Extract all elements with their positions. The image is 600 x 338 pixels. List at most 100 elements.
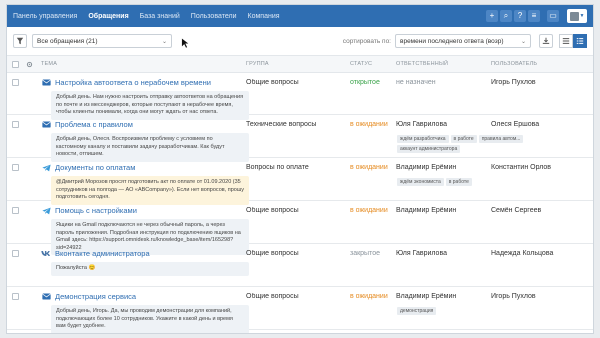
filter-icon bbox=[16, 37, 24, 45]
ticket-responsible[interactable]: Владимир Ерёмин bbox=[396, 164, 491, 171]
search-icon[interactable]: ⌕ bbox=[500, 10, 512, 22]
telegram-channel-icon bbox=[41, 163, 51, 173]
email-channel-icon bbox=[41, 120, 51, 130]
ticket-group: Общие вопросы bbox=[246, 293, 299, 300]
tag-label[interactable]: ждём экономиста bbox=[397, 178, 444, 186]
nav-tickets[interactable]: Обращения bbox=[88, 13, 128, 20]
status-badge: закрытое bbox=[350, 250, 381, 257]
toolbar: Все обращения (21) ⌄ сортировать по: вре… bbox=[7, 27, 593, 56]
nav-users[interactable]: Пользователи bbox=[191, 13, 237, 20]
tag-label[interactable]: правила автом... bbox=[478, 135, 524, 143]
select-all-checkbox[interactable] bbox=[11, 60, 19, 68]
tag-label[interactable]: в работе bbox=[450, 135, 477, 143]
ticket-user[interactable]: Игорь Пухлов bbox=[491, 79, 593, 86]
download-icon bbox=[542, 37, 550, 44]
mouse-cursor-icon bbox=[181, 37, 190, 49]
top-navigation: Панель управления Обращения База знаний … bbox=[7, 5, 593, 27]
ticket-user[interactable]: Надежда Кольцова bbox=[491, 250, 593, 257]
table-row[interactable]: Помощь с настройками Общие вопросы в ожида… bbox=[7, 201, 593, 255]
vk-channel-icon bbox=[41, 249, 51, 259]
status-badge: в ожидании bbox=[350, 164, 388, 171]
column-header-responsible[interactable]: ОТВЕТСТВЕННЫЙ bbox=[396, 61, 491, 67]
filter-button[interactable] bbox=[13, 34, 27, 48]
row-checkbox[interactable] bbox=[11, 207, 19, 214]
user-menu[interactable]: ▼ bbox=[567, 9, 587, 23]
ticket-group: Вопросы по оплате bbox=[246, 164, 309, 171]
chevron-down-icon: ▼ bbox=[579, 13, 585, 19]
inbox-icon[interactable]: ▭ bbox=[547, 10, 559, 22]
email-channel-icon bbox=[41, 292, 51, 302]
tag-label[interactable]: ждём разработчика bbox=[397, 135, 449, 143]
chevron-down-icon: ⌄ bbox=[161, 38, 167, 45]
detail-list-icon bbox=[576, 38, 584, 44]
message-preview: Добрый день, Игорь. Да, мы проводим демо… bbox=[51, 305, 249, 333]
app-window: Панель управления Обращения База знаний … bbox=[6, 4, 594, 334]
ticket-responsible[interactable]: Владимир Ерёмин bbox=[396, 207, 491, 214]
ticket-tags: ждём экономиста в работе bbox=[397, 178, 587, 188]
status-badge: в ожидании bbox=[350, 207, 388, 214]
ticket-subject-link[interactable]: Настройка автоответа о нерабочем времени bbox=[55, 78, 211, 87]
table-row[interactable]: Вконтакте администратора Общие вопросы зак… bbox=[7, 244, 593, 287]
ticket-group: Общие вопросы bbox=[246, 250, 299, 257]
ticket-filter-value: Все обращения (21) bbox=[37, 37, 98, 45]
ticket-user[interactable]: Константин Орлов bbox=[491, 164, 593, 171]
status-badge: в ожидании bbox=[350, 121, 388, 128]
status-badge: открытое bbox=[350, 79, 380, 86]
sort-value: времени последнего ответа (возр) bbox=[400, 37, 504, 45]
table-header: ТЕМА ГРУППА СТАТУС ОТВЕТСТВЕННЫЙ ПОЛЬЗОВ… bbox=[7, 56, 593, 73]
ticket-responsible[interactable]: Владимир Ерёмин bbox=[396, 293, 491, 300]
ticket-list: Настройка автоответа о нерабочем времени… bbox=[7, 73, 593, 333]
column-header-user[interactable]: ПОЛЬЗОВАТЕЛЬ bbox=[491, 61, 593, 67]
list-icon bbox=[562, 38, 570, 44]
menu-icon[interactable]: ≡ bbox=[528, 10, 540, 22]
add-icon[interactable]: + bbox=[486, 10, 498, 22]
ticket-user[interactable]: Семён Сергеев bbox=[491, 207, 593, 214]
ticket-subject-link[interactable]: Помощь с настройками bbox=[55, 206, 137, 215]
gear-icon[interactable] bbox=[26, 61, 33, 68]
ticket-subject-link[interactable]: Демонстрация сервиса bbox=[55, 292, 136, 301]
ticket-group: Общие вопросы bbox=[246, 79, 299, 86]
message-preview: Пожалуйста 😊 bbox=[51, 262, 249, 276]
row-checkbox[interactable] bbox=[11, 293, 19, 300]
telegram-channel-icon bbox=[41, 206, 51, 216]
compact-view-button[interactable] bbox=[559, 34, 573, 48]
detailed-view-button[interactable] bbox=[573, 34, 587, 48]
ticket-subject-link[interactable]: Проблема с правилом bbox=[55, 120, 133, 129]
table-row[interactable]: Документы по оплатам Вопросы по оплате в о… bbox=[7, 158, 593, 205]
email-channel-icon bbox=[41, 78, 51, 88]
ticket-filter-select[interactable]: Все обращения (21) ⌄ bbox=[32, 34, 172, 48]
tag-label[interactable]: аккаунт администратора bbox=[397, 145, 461, 153]
table-row[interactable]: Настройка автоответа о нерабочем времени… bbox=[7, 73, 593, 120]
ticket-subject-link[interactable]: Вконтакте администратора bbox=[55, 249, 150, 258]
ticket-responsible[interactable]: не назначен bbox=[396, 79, 491, 86]
ticket-responsible[interactable]: Юля Гаврилова bbox=[396, 121, 491, 128]
row-checkbox[interactable] bbox=[11, 79, 19, 86]
ticket-tags: демонстрация bbox=[397, 307, 587, 317]
ticket-user[interactable]: Олеся Ершова bbox=[491, 121, 593, 128]
row-checkbox[interactable] bbox=[11, 250, 19, 257]
ticket-subject-link[interactable]: Документы по оплатам bbox=[55, 163, 135, 172]
column-header-status[interactable]: СТАТУС bbox=[350, 61, 396, 67]
status-badge: в ожидании bbox=[350, 293, 388, 300]
sort-label: сортировать по: bbox=[342, 37, 391, 45]
row-checkbox[interactable] bbox=[11, 121, 19, 128]
nav-knowledge-base[interactable]: База знаний bbox=[140, 13, 180, 20]
table-row[interactable]: Проблема с правилом Технические вопросы в … bbox=[7, 115, 593, 162]
ticket-responsible[interactable]: Юля Гаврилова bbox=[396, 250, 491, 257]
table-row[interactable]: Демонстрация сервиса Общие вопросы в ожида… bbox=[7, 287, 593, 333]
nav-company[interactable]: Компания bbox=[248, 13, 280, 20]
row-checkbox[interactable] bbox=[11, 164, 19, 171]
nav-dashboard[interactable]: Панель управления bbox=[13, 13, 77, 20]
export-button[interactable] bbox=[539, 34, 553, 48]
column-header-group[interactable]: ГРУППА bbox=[246, 61, 350, 67]
tag-label[interactable]: демонстрация bbox=[397, 307, 437, 315]
sort-select[interactable]: времени последнего ответа (возр) ⌄ bbox=[395, 34, 531, 48]
chevron-down-icon: ⌄ bbox=[520, 38, 526, 45]
avatar bbox=[569, 11, 579, 21]
help-icon[interactable]: ? bbox=[514, 10, 526, 22]
tag-label[interactable]: в работе bbox=[445, 178, 472, 186]
column-header-theme[interactable]: ТЕМА bbox=[35, 61, 246, 67]
ticket-group: Технические вопросы bbox=[246, 121, 317, 128]
ticket-user[interactable]: Игорь Пухлов bbox=[491, 293, 593, 300]
ticket-tags: ждём разработчика в работе правила автом..… bbox=[397, 135, 587, 155]
